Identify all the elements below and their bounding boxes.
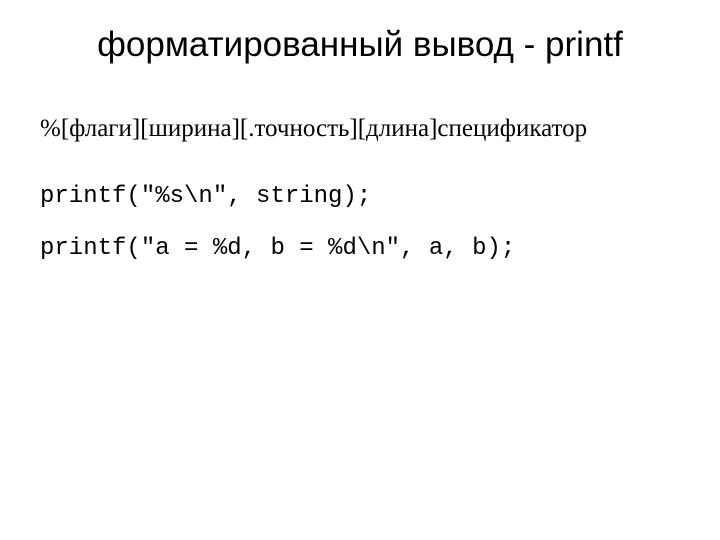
format-specification: %[флаги][ширина][.точность][длина]специф…: [40, 115, 680, 143]
code-example-1: printf("%s\n", string);: [40, 183, 680, 210]
slide-title: форматированный вывод - printf: [40, 25, 680, 65]
code-example-2: printf("a = %d, b = %d\n", a, b);: [40, 235, 680, 262]
